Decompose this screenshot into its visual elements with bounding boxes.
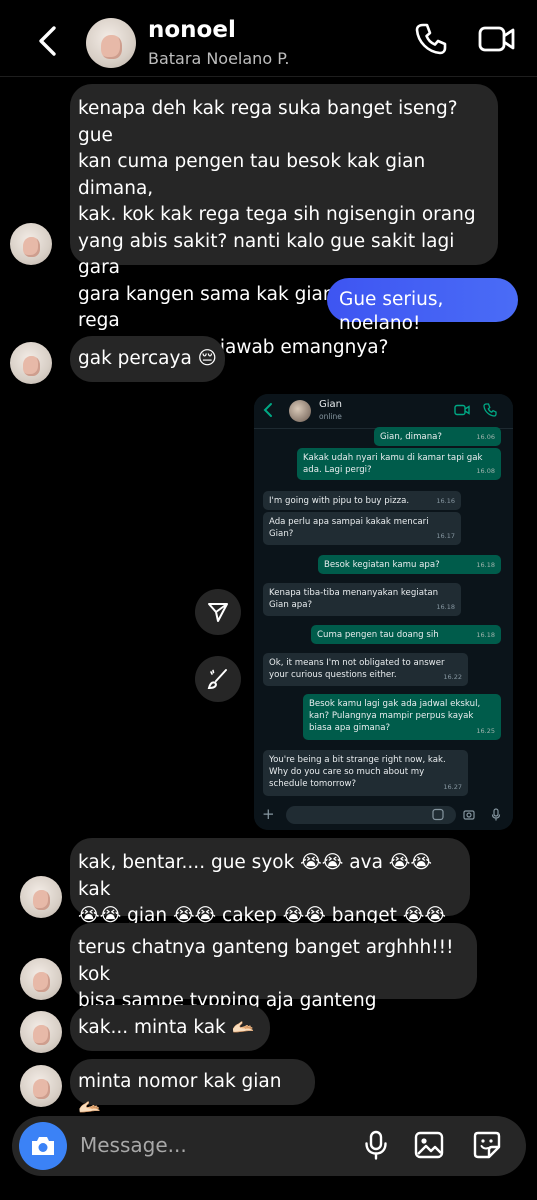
- message-bubble-received[interactable]: kak... minta kak 🫴🏻: [70, 1005, 270, 1051]
- sender-avatar[interactable]: [20, 1065, 62, 1107]
- wa-message-text: Besok kegiatan kamu apa?: [324, 560, 440, 570]
- wa-message-time: 16.22: [443, 673, 462, 681]
- wa-message-text: Besok kamu lagi gak ada jadwal ekskul, k…: [309, 699, 481, 733]
- wa-message-time: 16.08: [476, 467, 495, 475]
- message-bubble-received[interactable]: kak, bentar.... gue syok 😭😭 ava 😭😭 kak 😭…: [70, 838, 470, 953]
- phone-icon[interactable]: [414, 22, 448, 56]
- wa-message-time: 16.17: [436, 532, 455, 540]
- message-input[interactable]: Message...: [80, 1133, 187, 1157]
- wa-message-incoming: Ok, it means I'm not obligated to answer…: [263, 653, 468, 686]
- microphone-icon: [491, 808, 501, 821]
- screenshot-contact-avatar: [289, 400, 311, 422]
- wa-message-time: 16.18: [436, 603, 455, 611]
- message-bubble-sent[interactable]: Gue serius, noelano!: [327, 278, 518, 334]
- wa-message-text: Kenapa tiba-tiba menanyakan kegiatan Gia…: [269, 588, 439, 610]
- wa-message-incoming: Ada perlu apa sampai kakak mencari Gian?…: [263, 512, 461, 545]
- plus-icon: +: [262, 805, 275, 823]
- wa-message-text: Cuma pengen tau doang sih: [317, 630, 439, 640]
- sender-avatar[interactable]: [10, 223, 52, 265]
- microphone-icon[interactable]: [361, 1130, 391, 1160]
- phone-icon: [483, 403, 497, 417]
- contact-username[interactable]: Batara Noelano P.: [148, 49, 289, 68]
- screenshot-header: Gian online: [254, 394, 513, 429]
- share-icon: [208, 603, 228, 622]
- camera-icon: [32, 1137, 54, 1155]
- wa-message-time: 16.27: [443, 783, 462, 791]
- wa-message-incoming: Kenapa tiba-tiba menanyakan kegiatan Gia…: [263, 583, 461, 616]
- screenshot-input-row: +: [254, 800, 513, 830]
- back-arrow-icon: [263, 403, 272, 417]
- wa-message-time: 16.16: [436, 497, 455, 505]
- wa-message-time: 16.06: [476, 433, 495, 441]
- sticker-icon: [432, 808, 444, 821]
- wa-message-text: Gian, dimana?: [380, 432, 442, 442]
- shared-chat-screenshot[interactable]: Gian online Gian, dimana? 16.06 Kakak uda…: [254, 394, 513, 830]
- message-bubble-received[interactable]: gak percaya 😔: [70, 336, 225, 382]
- contact-display-name[interactable]: nonoel: [148, 17, 236, 43]
- gallery-icon[interactable]: [414, 1130, 444, 1160]
- video-camera-icon: [454, 404, 470, 416]
- wa-message-outgoing: Besok kegiatan kamu apa? 16.18: [318, 555, 501, 574]
- message-bubble-received[interactable]: kenapa deh kak rega suka banget iseng? g…: [70, 84, 498, 358]
- edit-button[interactable]: [195, 656, 241, 702]
- wa-message-outgoing: Kakak udah nyari kamu di kamar tapi gak …: [297, 448, 501, 480]
- sender-avatar[interactable]: [20, 1011, 62, 1053]
- camera-icon: [463, 810, 475, 820]
- sender-avatar[interactable]: [20, 876, 62, 918]
- wa-message-text: You're being a bit strange right now, ka…: [269, 755, 446, 789]
- sender-avatar[interactable]: [10, 342, 52, 384]
- wa-message-text: I'm going with pipu to buy pizza.: [269, 496, 410, 506]
- wa-message-text: Ada perlu apa sampai kakak mencari Gian?: [269, 517, 429, 539]
- wa-message-outgoing: Gian, dimana? 16.06: [374, 427, 501, 446]
- wa-message-text: Kakak udah nyari kamu di kamar tapi gak …: [303, 453, 483, 475]
- screenshot-message-input: [286, 806, 456, 824]
- wa-message-text: Ok, it means I'm not obligated to answer…: [269, 658, 445, 680]
- wa-message-incoming: I'm going with pipu to buy pizza. 16.16: [263, 491, 461, 510]
- wa-message-outgoing: Besok kamu lagi gak ada jadwal ekskul, k…: [303, 694, 501, 740]
- wa-message-time: 16.18: [476, 631, 495, 639]
- video-camera-icon[interactable]: [478, 23, 516, 55]
- camera-button[interactable]: [19, 1122, 67, 1170]
- screenshot-contact-status: online: [319, 412, 342, 421]
- wa-message-incoming: You're being a bit strange right now, ka…: [263, 750, 468, 796]
- brush-icon: [207, 669, 227, 690]
- sticker-icon[interactable]: [472, 1130, 502, 1160]
- screenshot-contact-name: Gian: [319, 399, 342, 410]
- message-bubble-received[interactable]: minta nomor kak gian 🫴🏻: [70, 1059, 315, 1118]
- wa-message-outgoing: Cuma pengen tau doang sih 16.18: [311, 625, 501, 644]
- back-arrow-icon[interactable]: [34, 24, 62, 58]
- message-bubble-received[interactable]: terus chatnya ganteng banget arghhh!!! k…: [70, 923, 477, 1038]
- sender-avatar[interactable]: [20, 958, 62, 1000]
- wa-message-time: 16.18: [476, 561, 495, 569]
- header-divider: [0, 76, 537, 77]
- share-button[interactable]: [195, 589, 241, 635]
- avatar[interactable]: [86, 18, 136, 68]
- wa-message-time: 16.25: [476, 727, 495, 735]
